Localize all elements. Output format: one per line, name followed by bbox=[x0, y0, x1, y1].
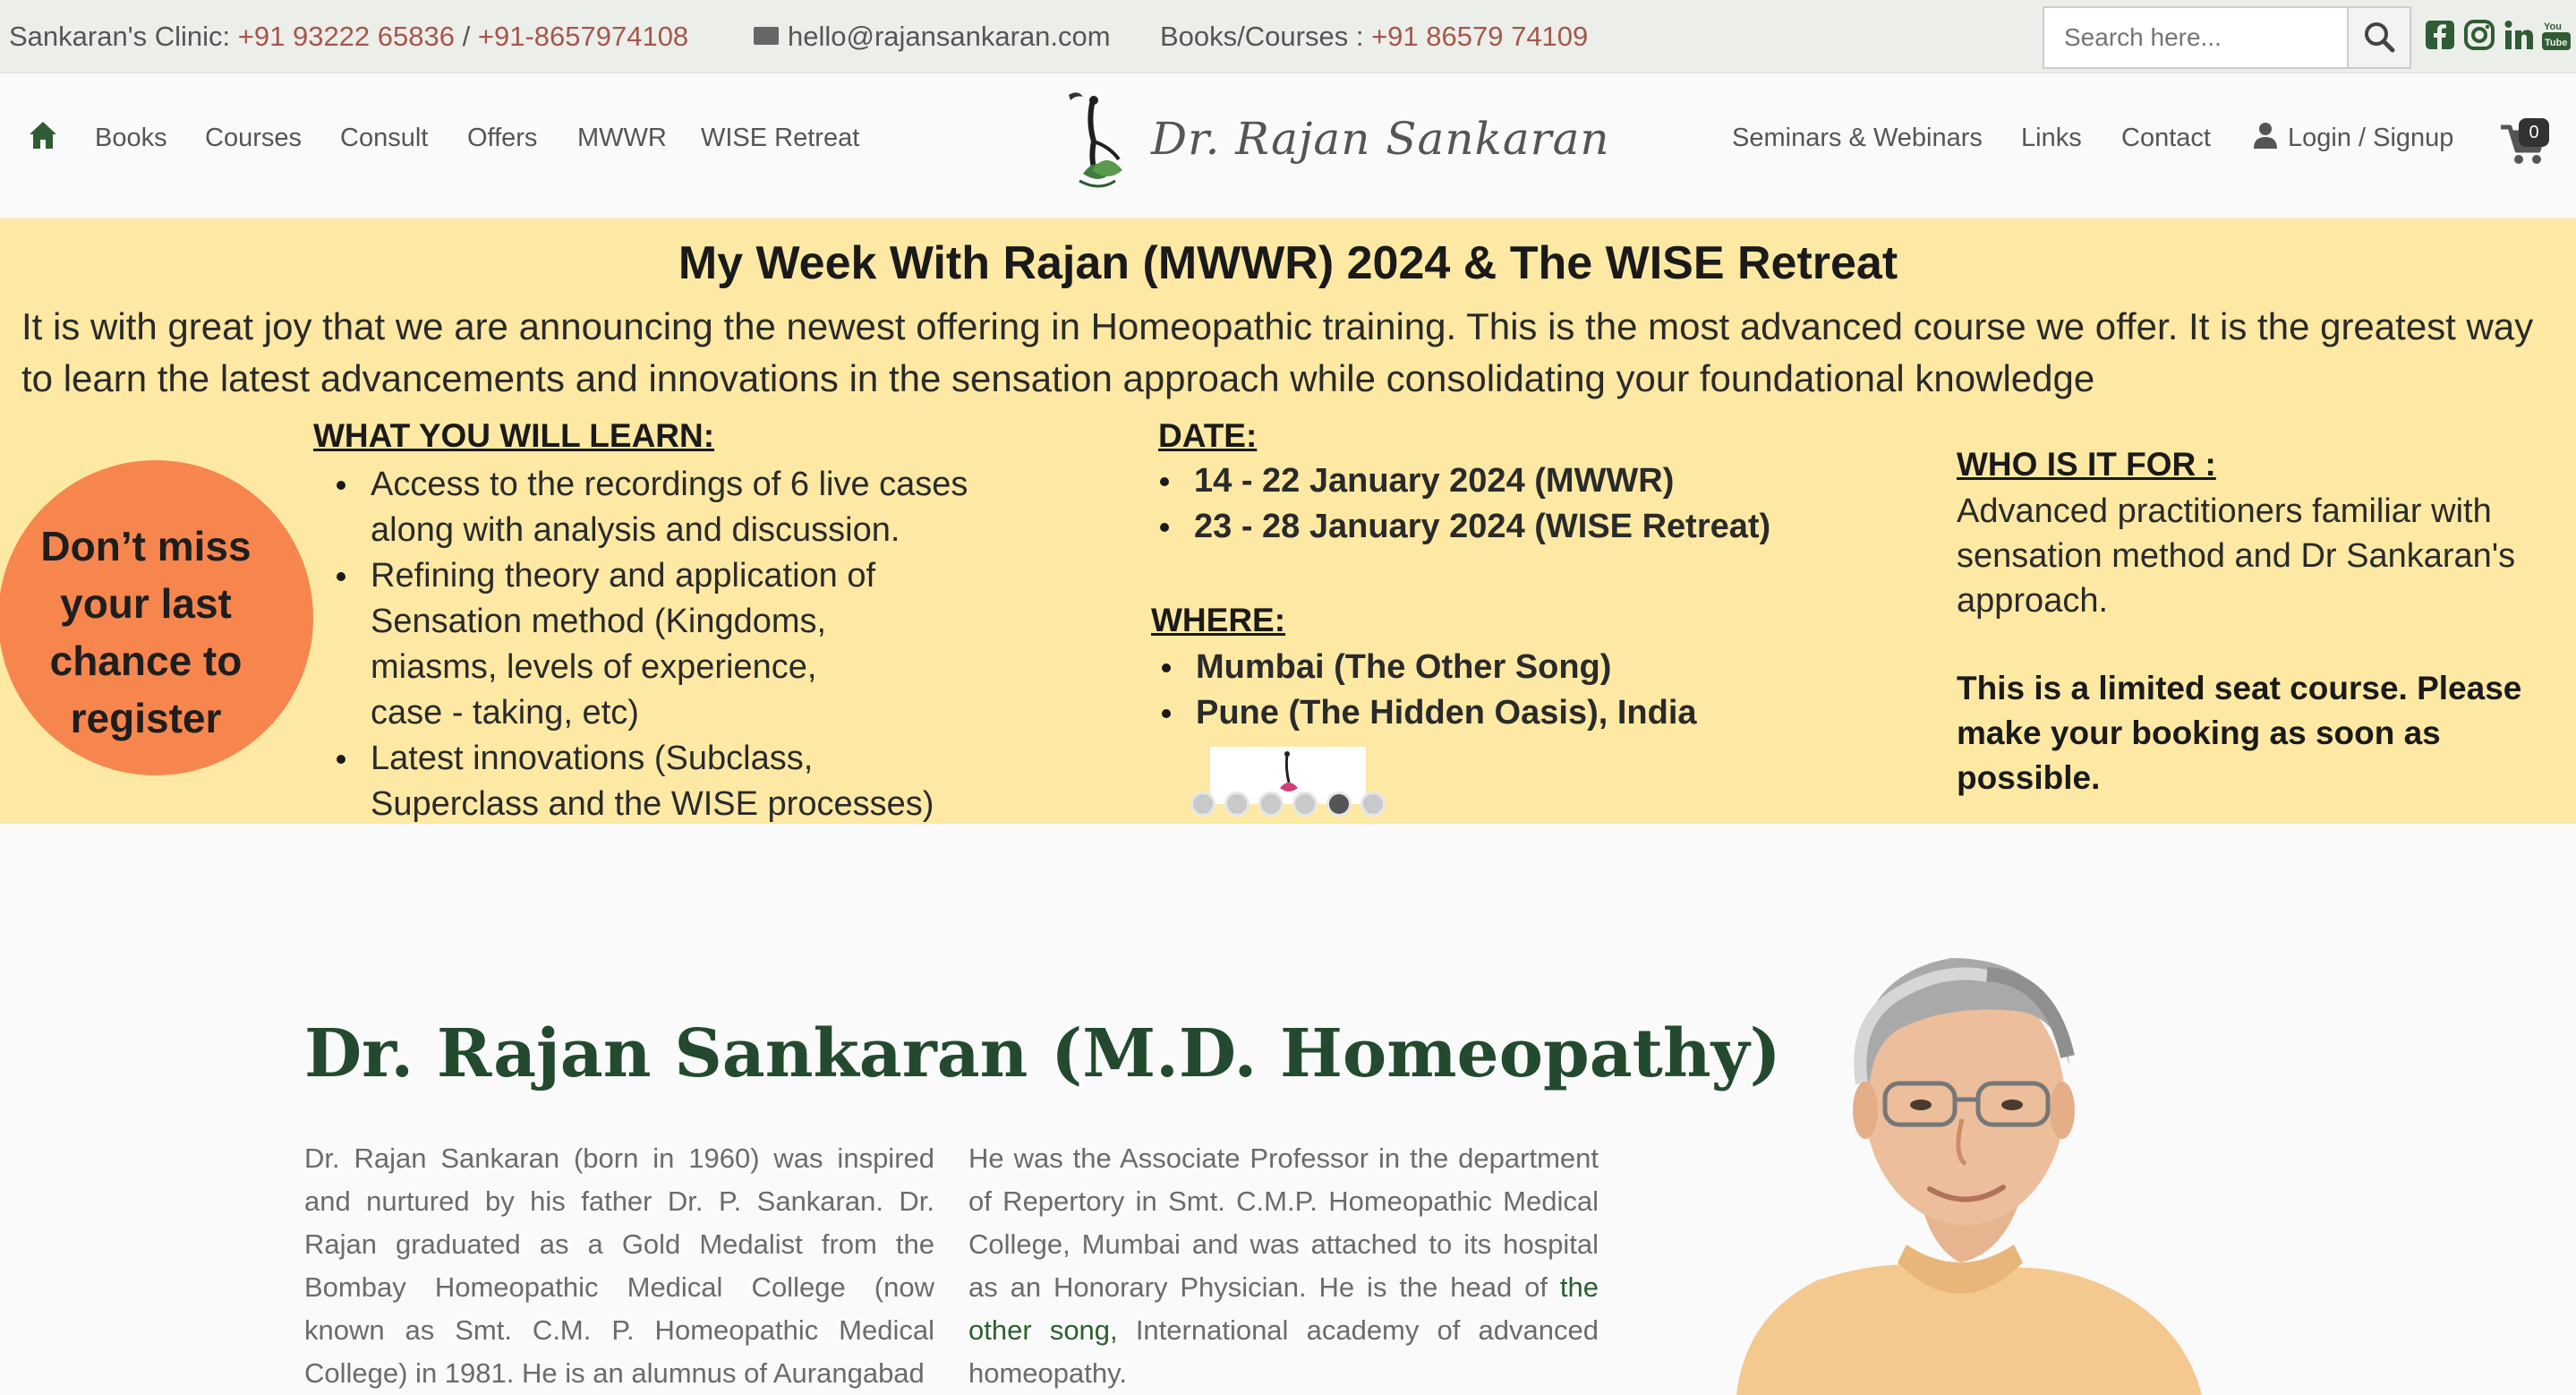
nav-contact[interactable]: Contact bbox=[2121, 113, 2211, 163]
search-input[interactable] bbox=[2044, 8, 2349, 67]
books-contact: Books/Courses : +91 86579 74109 bbox=[1160, 0, 1588, 73]
nav-links[interactable]: Links bbox=[2021, 113, 2082, 163]
home-icon[interactable] bbox=[27, 118, 59, 154]
books-label: Books/Courses : bbox=[1160, 21, 1364, 52]
limited-seat-text: This is a limited seat course. Please ma… bbox=[1957, 670, 2522, 796]
slide-dot-6[interactable] bbox=[1361, 792, 1386, 817]
who-text: Advanced practitioners familiar with sen… bbox=[1957, 492, 2516, 620]
search-box bbox=[2043, 6, 2411, 69]
promo-banner[interactable]: My Week With Rajan (MWWR) 2024 & The WIS… bbox=[0, 218, 2576, 824]
nav-books[interactable]: Books bbox=[95, 113, 167, 163]
cart-count-badge: 0 bbox=[2519, 118, 2549, 147]
search-button[interactable] bbox=[2347, 8, 2410, 67]
login-signup-label: Login / Signup bbox=[2288, 124, 2454, 152]
instagram-icon[interactable] bbox=[2463, 19, 2495, 51]
page-title: Dr. Rajan Sankaran (M.D. Homeopathy) bbox=[304, 1015, 1781, 1092]
slide-dot-2[interactable] bbox=[1224, 792, 1250, 817]
svg-text:Tube: Tube bbox=[2545, 38, 2567, 48]
nav-mwwr[interactable]: MWWR bbox=[577, 113, 667, 163]
nav-offers[interactable]: Offers bbox=[467, 113, 537, 163]
nav-seminars-webinars[interactable]: Seminars & Webinars bbox=[1732, 113, 1983, 163]
register-badge[interactable]: Don’t miss your last chance to register bbox=[0, 460, 313, 775]
bio-column-1: Dr. Rajan Sankaran (born in 1960) was in… bbox=[304, 1143, 934, 1389]
logo-figure-icon bbox=[1069, 92, 1122, 188]
banner-title: My Week With Rajan (MWWR) 2024 & The WIS… bbox=[678, 237, 1898, 289]
where-heading: WHERE: bbox=[1151, 602, 1286, 638]
portrait-photo bbox=[1719, 904, 2220, 1395]
bio-column-2: He was the Associate Professor in the de… bbox=[968, 1137, 1599, 1395]
slide-dot-1[interactable] bbox=[1190, 792, 1215, 817]
facebook-icon[interactable] bbox=[2424, 19, 2456, 51]
learn-item: Latest innovations (Subclass, Superclass… bbox=[313, 736, 958, 824]
who-heading: WHO IS IT FOR : bbox=[1957, 446, 2216, 483]
site-logo[interactable]: Dr. Rajan Sankaran bbox=[1056, 88, 1609, 195]
email-link[interactable]: hello@rajansankaran.com bbox=[788, 21, 1111, 52]
learn-item: Refining theory and application of Sensa… bbox=[313, 553, 886, 736]
main-navigation: Books Courses Consult Offers MWWR WISE R… bbox=[0, 73, 2576, 218]
search-icon bbox=[2365, 22, 2395, 53]
date-list: 14 - 22 January 2024 (MWWR) 23 - 28 Janu… bbox=[1137, 458, 1906, 550]
date-heading: DATE: bbox=[1158, 417, 1258, 454]
slide-dot-3[interactable] bbox=[1258, 792, 1284, 817]
where-list: Mumbai (The Other Song) Pune (The Hidden… bbox=[1139, 645, 1908, 736]
nav-consult[interactable]: Consult bbox=[340, 113, 428, 163]
register-badge-text: Don’t miss your last chance to register bbox=[40, 523, 252, 741]
email-contact[interactable]: hello@rajansankaran.com bbox=[754, 0, 1111, 73]
portrait-illustration bbox=[1736, 958, 2202, 1395]
learn-item: Access to the recordings of 6 live cases… bbox=[313, 462, 1011, 553]
phone-separator: / bbox=[462, 21, 471, 52]
nav-courses[interactable]: Courses bbox=[205, 113, 302, 163]
place-item: Mumbai (The Other Song) bbox=[1139, 645, 1908, 690]
date-item: 23 - 28 January 2024 (WISE Retreat) bbox=[1137, 504, 1906, 550]
slide-dot-5-active[interactable] bbox=[1326, 792, 1352, 817]
learn-list: Access to the recordings of 6 live cases… bbox=[313, 462, 1029, 824]
linkedin-icon[interactable] bbox=[2503, 19, 2535, 51]
slide-dot-4[interactable] bbox=[1292, 792, 1318, 817]
banner-intro: It is with great joy that we are announc… bbox=[21, 305, 2534, 399]
envelope-icon bbox=[754, 26, 779, 45]
youtube-icon[interactable]: You Tube bbox=[2540, 19, 2572, 51]
place-item: Pune (The Hidden Oasis), India bbox=[1139, 690, 1908, 736]
bio-text: He was the Associate Professor in the de… bbox=[968, 1143, 1599, 1303]
user-icon bbox=[2254, 123, 2277, 150]
date-item: 14 - 22 January 2024 (MWWR) bbox=[1137, 458, 1906, 504]
learn-heading: WHAT YOU WILL LEARN: bbox=[313, 417, 715, 454]
logo-text: Dr. Rajan Sankaran bbox=[1151, 113, 1610, 165]
clinic-phone-1[interactable]: +91 93222 65836 bbox=[238, 21, 455, 52]
books-phone[interactable]: +91 86579 74109 bbox=[1371, 21, 1588, 52]
contact-bar: Sankaran's Clinic: +91 93222 65836 / +91… bbox=[0, 0, 2576, 73]
svg-text:You: You bbox=[2544, 21, 2562, 32]
nav-wise-retreat[interactable]: WISE Retreat bbox=[701, 113, 859, 163]
clinic-label: Sankaran's Clinic: bbox=[9, 21, 231, 52]
clinic-phone-2[interactable]: +91-8657974108 bbox=[478, 21, 688, 52]
login-signup-link[interactable]: Login / Signup bbox=[2252, 113, 2453, 163]
clinic-contact: Sankaran's Clinic: +91 93222 65836 / +91… bbox=[9, 0, 688, 73]
